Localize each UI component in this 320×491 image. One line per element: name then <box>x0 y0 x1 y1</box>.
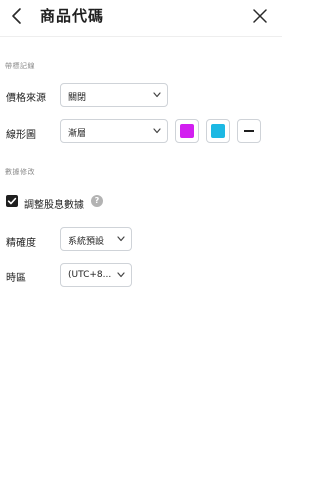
line-style-value: 漸層 <box>68 129 87 139</box>
section-label-data-modification: 數據修改 <box>5 168 35 176</box>
color-swatch-1 <box>180 124 194 138</box>
precision-label: 精確度 <box>6 238 36 249</box>
chevron-left-icon[interactable] <box>9 7 25 25</box>
timezone-label: 時區 <box>6 273 26 284</box>
line-style-select[interactable]: 漸層 <box>60 119 168 143</box>
color-picker-2-button[interactable] <box>206 119 230 143</box>
adjust-dividends-label: 調整股息數據 <box>24 200 84 211</box>
chevron-down-icon <box>153 128 161 134</box>
header: 商品代碼 <box>0 0 282 37</box>
chevron-down-icon <box>117 272 125 278</box>
close-icon[interactable] <box>252 8 268 24</box>
horizontal-line-icon <box>244 130 254 132</box>
checkmark-icon <box>7 197 17 205</box>
page-title: 商品代碼 <box>40 7 105 25</box>
price-source-label: 價格來源 <box>6 93 46 104</box>
precision-select[interactable]: 系統預設 <box>60 227 132 251</box>
color-swatch-2 <box>211 124 225 138</box>
line-style-label: 線形圖 <box>6 130 36 141</box>
timezone-select[interactable]: (UTC+8... <box>60 263 132 287</box>
line-width-button[interactable] <box>237 119 261 143</box>
adjust-dividends-checkbox[interactable] <box>6 195 18 207</box>
price-source-select[interactable]: 關閉 <box>60 83 168 107</box>
chevron-down-icon <box>117 236 125 242</box>
chevron-down-icon <box>153 92 161 98</box>
precision-value: 系統預設 <box>68 237 105 247</box>
settings-panel: 商品代碼 帶標記線 價格來源 關閉 線形圖 漸層 數據修改 調整股息數據 ? 精… <box>0 0 282 491</box>
price-source-value: 關閉 <box>68 93 87 103</box>
section-label-line-settings: 帶標記線 <box>5 62 35 70</box>
timezone-value: (UTC+8... <box>68 270 112 280</box>
color-picker-1-button[interactable] <box>175 119 199 143</box>
question-icon[interactable]: ? <box>91 195 103 207</box>
